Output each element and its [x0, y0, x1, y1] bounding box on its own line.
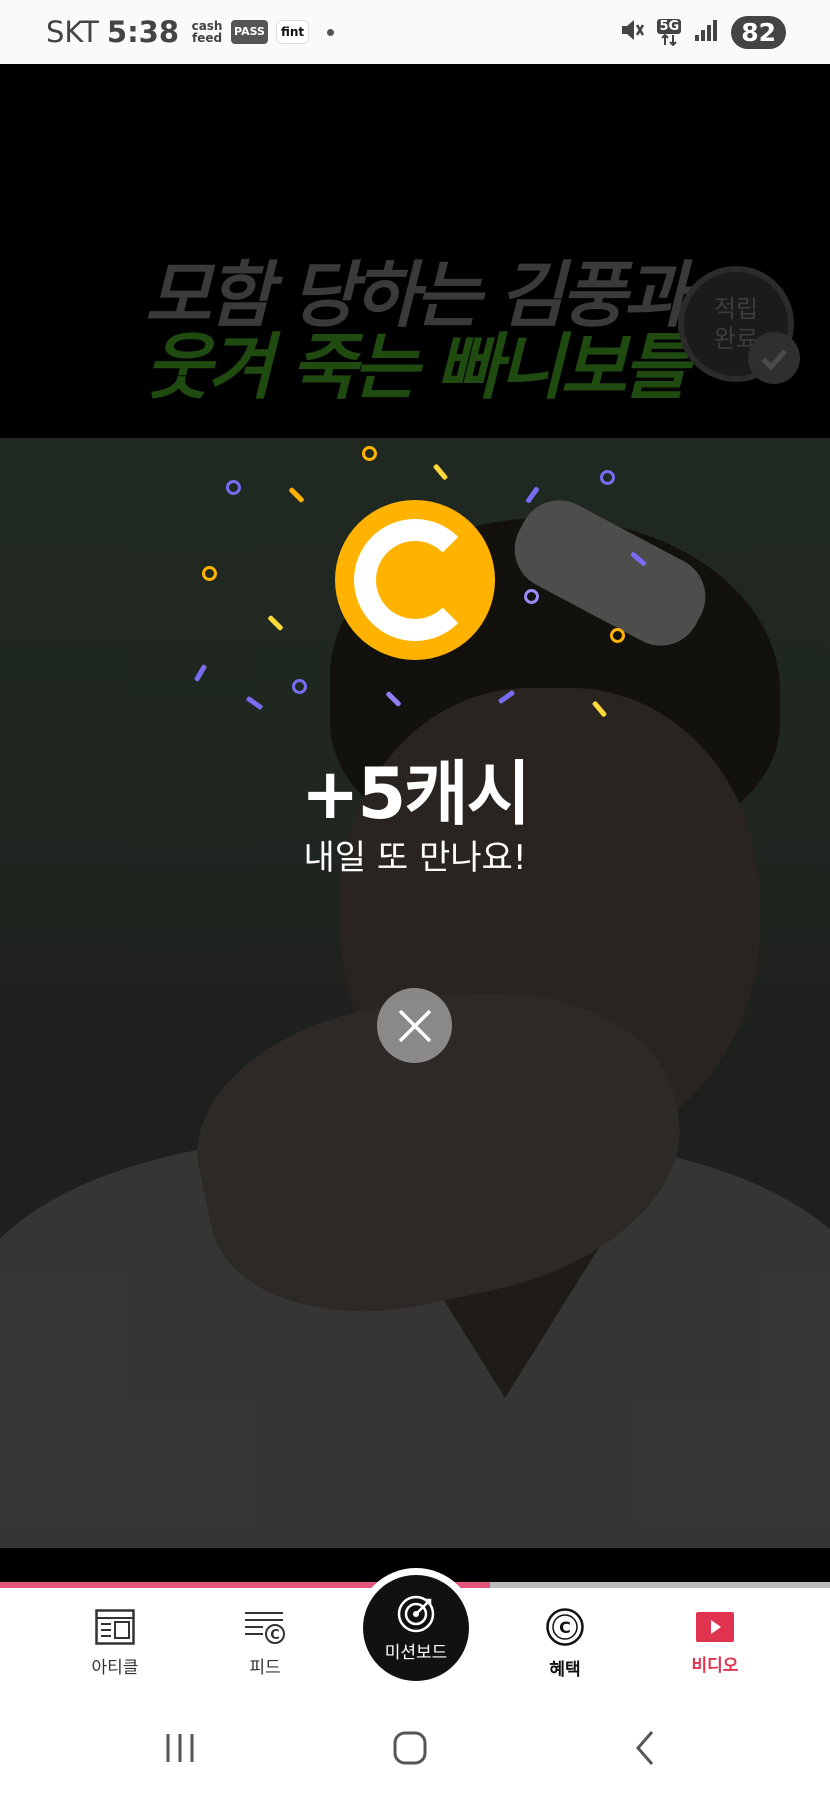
confetti-ring [226, 480, 241, 495]
home-button[interactable] [390, 1728, 430, 1772]
reward-subtitle: 내일 또 만나요! [303, 838, 527, 878]
confetti-dash [385, 690, 402, 708]
confetti-dash [525, 486, 540, 504]
mission-board-button[interactable]: 미션보드 [356, 1568, 476, 1688]
recent-apps-icon [166, 1734, 194, 1762]
nav-label-feed: 피드 [249, 1657, 281, 1678]
nav-label-benefits: 혜택 [549, 1659, 581, 1680]
confetti-dash [432, 463, 449, 481]
close-icon [398, 1009, 431, 1042]
confetti-dash [591, 700, 608, 718]
confetti-dash [193, 663, 208, 683]
nav-item-feed[interactable]: C 피드 [200, 1588, 330, 1698]
back-button[interactable] [626, 1728, 666, 1772]
svg-text:C: C [270, 1628, 280, 1643]
article-icon [95, 1608, 135, 1645]
nav-label-article: 아티클 [91, 1657, 139, 1678]
confetti-ring [292, 679, 307, 694]
system-nav-bar [0, 1698, 830, 1798]
feed-icon: C [245, 1611, 285, 1644]
confetti-dash [288, 486, 305, 504]
confetti-dash [245, 695, 264, 711]
reward-amount: +5캐시 [300, 753, 531, 835]
confetti-ring [524, 589, 539, 604]
confetti-ring [610, 628, 625, 643]
recent-apps-button[interactable] [160, 1728, 200, 1772]
nav-item-video[interactable]: 비디오 [650, 1588, 780, 1698]
confetti-ring [362, 446, 377, 461]
confetti-ring [202, 566, 217, 581]
nav-item-article[interactable]: 아티클 [50, 1588, 180, 1698]
confetti-ring [600, 470, 615, 485]
home-icon [393, 1731, 427, 1765]
confetti-dash [267, 614, 284, 632]
svg-text:C: C [559, 1618, 571, 1637]
mission-board-label: 미션보드 [384, 1642, 448, 1663]
cash-coin-icon [335, 500, 495, 660]
target-icon [397, 1595, 435, 1632]
nav-label-video: 비디오 [691, 1655, 739, 1676]
nav-item-benefits[interactable]: C 혜택 [500, 1588, 630, 1698]
confetti-dash [629, 551, 648, 567]
back-icon [636, 1731, 654, 1765]
confetti-dash [497, 689, 516, 705]
play-icon [696, 1611, 734, 1642]
coin-c-icon: C [546, 1607, 584, 1646]
close-button[interactable] [377, 988, 452, 1063]
reward-popup: +5캐시 내일 또 만나요! [0, 0, 830, 1584]
